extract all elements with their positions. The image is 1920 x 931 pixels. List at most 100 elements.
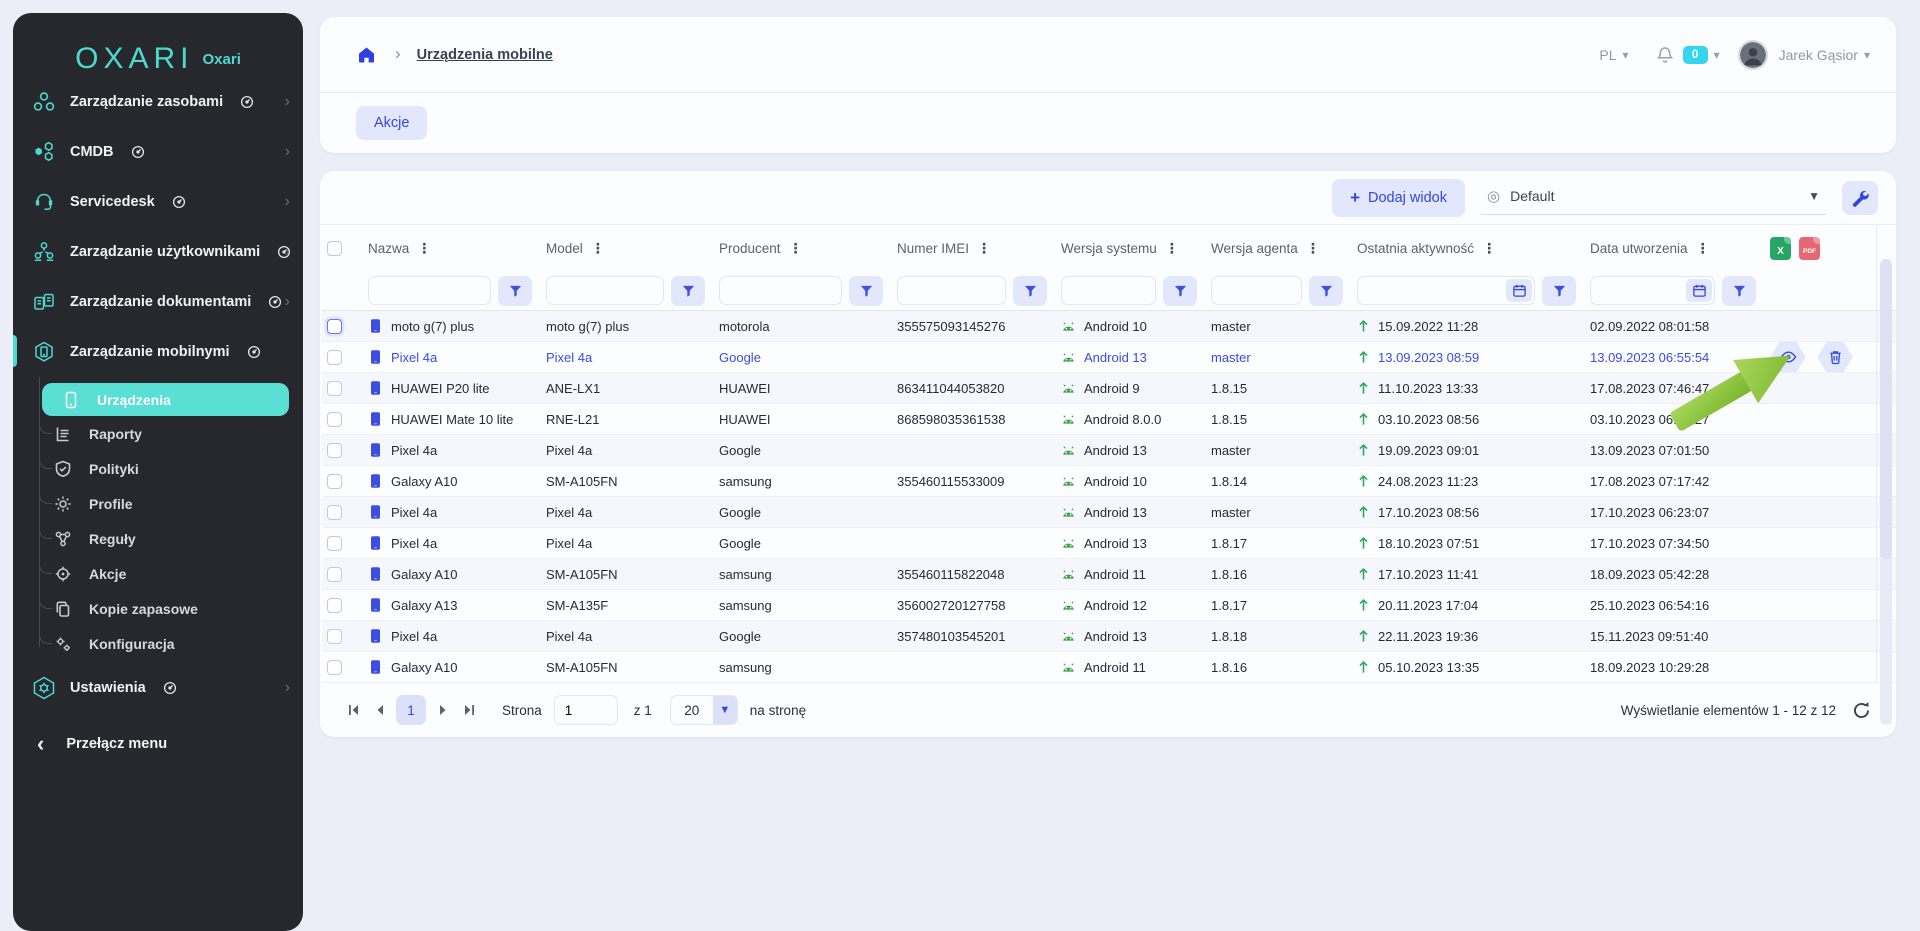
export-excel-icon[interactable]: X: [1770, 237, 1791, 260]
filter-funnel-button[interactable]: [1309, 276, 1343, 306]
filter-funnel-button[interactable]: [1722, 276, 1756, 306]
table-filter-row: [322, 271, 1896, 311]
table-settings-button[interactable]: [1842, 181, 1878, 215]
filter-input-nazwa[interactable]: [368, 276, 491, 305]
column-menu-icon[interactable]: ⋮: [1696, 240, 1710, 257]
sidebar-item-servicedesk[interactable]: Servicedesk ›: [13, 177, 303, 227]
table-row[interactable]: HUAWEI P20 lite ANE-LX1 HUAWEI 863411044…: [322, 373, 1896, 404]
current-page-button[interactable]: 1: [396, 695, 426, 725]
row-checkbox[interactable]: [327, 350, 342, 365]
table-row[interactable]: Pixel 4a Pixel 4a Google Android 13 1.8.…: [322, 528, 1896, 559]
first-page-button[interactable]: [340, 697, 366, 723]
scrollbar-thumb[interactable]: [1880, 259, 1892, 559]
calendar-button[interactable]: [1686, 279, 1712, 302]
column-label[interactable]: Wersja systemu: [1061, 241, 1157, 256]
submenu-item-kopie-zapasowe[interactable]: Kopie zapasowe: [13, 591, 303, 626]
breadcrumb-current-link[interactable]: Urządzenia mobilne: [417, 47, 553, 63]
delete-device-button[interactable]: [1817, 342, 1853, 372]
submenu-item-reguly[interactable]: Reguły: [13, 521, 303, 556]
row-checkbox[interactable]: [327, 412, 342, 427]
filter-funnel-button[interactable]: [1013, 276, 1047, 306]
column-menu-icon[interactable]: ⋮: [591, 240, 605, 257]
column-menu-icon[interactable]: ⋮: [789, 240, 803, 257]
page-number-input[interactable]: [554, 695, 618, 725]
calendar-button[interactable]: [1506, 279, 1532, 302]
filter-funnel-button[interactable]: [1542, 276, 1576, 306]
home-icon[interactable]: [356, 45, 377, 65]
view-select[interactable]: ◎ Default ▼: [1481, 181, 1826, 215]
table-row[interactable]: Galaxy A10 SM-A105FN samsung 35546011553…: [322, 466, 1896, 497]
table-row[interactable]: Pixel 4a Pixel 4a Google Android 13 mast…: [322, 342, 1896, 373]
table-row[interactable]: Galaxy A10 SM-A105FN samsung Android 11 …: [322, 652, 1896, 683]
per-page-select[interactable]: 20 ▼: [670, 695, 738, 725]
submenu-item-konfiguracja[interactable]: Konfiguracja: [13, 626, 303, 661]
submenu-item-urzadzenia[interactable]: Urządzenia: [42, 383, 289, 416]
filter-funnel-button[interactable]: [849, 276, 883, 306]
notifications-button[interactable]: 0: [1655, 45, 1708, 65]
column-label[interactable]: Model: [546, 241, 583, 256]
submenu-item-profile[interactable]: Profile: [13, 486, 303, 521]
sidebar-item-zarzadzanie-uzytkownikami[interactable]: Zarządzanie użytkownikami ›: [13, 227, 303, 277]
vertical-scrollbar[interactable]: [1880, 259, 1892, 725]
filter-funnel-button[interactable]: [1163, 276, 1197, 306]
row-checkbox[interactable]: [327, 629, 342, 644]
table-row[interactable]: Pixel 4a Pixel 4a Google Android 13 mast…: [322, 435, 1896, 466]
filter-input-imei[interactable]: [897, 276, 1006, 305]
column-label[interactable]: Producent: [719, 241, 781, 256]
akcje-button[interactable]: Akcje: [356, 106, 427, 140]
user-name[interactable]: Jarek Gąsior: [1779, 47, 1858, 63]
row-checkbox[interactable]: [327, 443, 342, 458]
sidebar-item-zarzadzanie-zasobami[interactable]: Zarządzanie zasobami ›: [13, 77, 303, 127]
sidebar-item-cmdb[interactable]: CMDB ›: [13, 127, 303, 177]
next-page-button[interactable]: [430, 697, 456, 723]
table-row[interactable]: Galaxy A13 SM-A135F samsung 356002720127…: [322, 590, 1896, 621]
column-label[interactable]: Data utworzenia: [1590, 241, 1688, 256]
filter-input-model[interactable]: [546, 276, 664, 305]
language-selector[interactable]: PL: [1599, 47, 1616, 63]
add-view-button[interactable]: + Dodaj widok: [1332, 179, 1465, 217]
row-checkbox[interactable]: [327, 381, 342, 396]
toggle-menu-button[interactable]: ‹ Przełącz menu: [13, 719, 303, 769]
filter-input-wersja-agenta[interactable]: [1211, 276, 1302, 305]
table-row[interactable]: Galaxy A10 SM-A105FN samsung 35546011582…: [322, 559, 1896, 590]
sidebar-item-ustawienia[interactable]: Ustawienia ›: [13, 663, 303, 713]
last-page-button[interactable]: [456, 697, 482, 723]
sidebar-item-zarzadzanie-dokumentami[interactable]: Zarządzanie dokumentami ›: [13, 277, 303, 327]
select-all-checkbox[interactable]: [327, 241, 342, 256]
user-avatar[interactable]: [1738, 40, 1768, 70]
filter-funnel-button[interactable]: [498, 276, 532, 306]
filter-funnel-button[interactable]: [671, 276, 705, 306]
submenu-item-raporty[interactable]: Raporty: [13, 416, 303, 451]
column-label[interactable]: Nazwa: [368, 241, 409, 256]
phone-icon: [368, 535, 383, 551]
row-checkbox[interactable]: [327, 505, 342, 520]
filter-input-producent[interactable]: [719, 276, 842, 305]
previous-page-button[interactable]: [366, 697, 392, 723]
sidebar-item-zarzadzanie-mobilnymi[interactable]: Zarządzanie mobilnymi: [13, 327, 303, 377]
refresh-button[interactable]: [1852, 698, 1876, 722]
export-pdf-icon[interactable]: PDF: [1799, 237, 1820, 260]
row-checkbox[interactable]: [327, 319, 342, 334]
row-checkbox[interactable]: [327, 536, 342, 551]
row-checkbox[interactable]: [327, 660, 342, 675]
column-menu-icon[interactable]: ⋮: [1306, 240, 1320, 257]
column-menu-icon[interactable]: ⋮: [1482, 240, 1496, 257]
row-checkbox[interactable]: [327, 598, 342, 613]
column-menu-icon[interactable]: ⋮: [977, 240, 991, 257]
device-agent-version: 1.8.15: [1211, 381, 1247, 396]
row-checkbox[interactable]: [327, 567, 342, 582]
table-row[interactable]: Pixel 4a Pixel 4a Google Android 13 mast…: [322, 497, 1896, 528]
submenu-item-polityki[interactable]: Polityki: [13, 451, 303, 486]
table-row[interactable]: Pixel 4a Pixel 4a Google 357480103545201…: [322, 621, 1896, 652]
table-row[interactable]: HUAWEI Mate 10 lite RNE-L21 HUAWEI 86859…: [322, 404, 1896, 435]
submenu-item-akcje[interactable]: Akcje: [13, 556, 303, 591]
column-label[interactable]: Numer IMEI: [897, 241, 969, 256]
row-checkbox[interactable]: [327, 474, 342, 489]
table-row[interactable]: moto g(7) plus moto g(7) plus motorola 3…: [322, 311, 1896, 342]
column-menu-icon[interactable]: ⋮: [1165, 240, 1179, 257]
column-label[interactable]: Wersja agenta: [1211, 241, 1298, 256]
view-device-button[interactable]: [1770, 342, 1806, 372]
column-menu-icon[interactable]: ⋮: [417, 240, 431, 257]
column-label[interactable]: Ostatnia aktywność: [1357, 241, 1474, 256]
filter-input-wersja-systemu[interactable]: [1061, 276, 1156, 305]
